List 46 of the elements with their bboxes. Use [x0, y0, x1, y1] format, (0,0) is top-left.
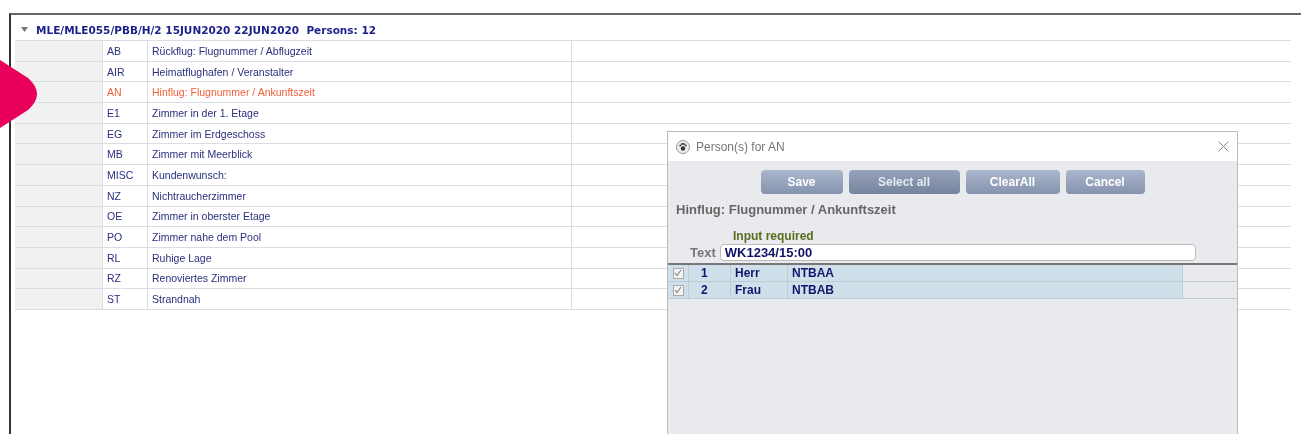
description-cell: Zimmer nahe dem Pool — [148, 227, 572, 247]
collapse-caret-icon[interactable] — [21, 27, 28, 32]
description-cell: Zimmer in oberster Etage — [148, 206, 572, 227]
description-cell: Renoviertes Zimmer — [148, 268, 572, 289]
description-cell: Nichtraucherzimmer — [148, 185, 572, 206]
checkbox[interactable] — [672, 284, 684, 296]
description-cell: Zimmer im Erdgeschoss — [148, 123, 572, 144]
code-cell: AIR — [103, 61, 148, 82]
number-cell: 1 — [688, 265, 730, 281]
code-cell: E1 — [103, 103, 148, 123]
dialog-button[interactable]: Cancel — [1065, 170, 1145, 194]
code-cell: OE — [103, 206, 148, 227]
description-cell: Rückflug: Flugnummer / Abflugzeit — [148, 41, 572, 61]
description-cell: Ruhige Lage — [148, 247, 572, 268]
field-label: Text — [690, 245, 716, 260]
code-cell: ST — [103, 289, 148, 309]
code-cell: AN — [103, 82, 148, 103]
input-hint: Input required — [733, 229, 815, 243]
text-field[interactable]: WK1234/15:00 — [719, 244, 1196, 261]
close-icon[interactable] — [1218, 141, 1229, 152]
checkbox[interactable] — [672, 267, 684, 279]
dialog-button[interactable]: ClearAll — [965, 170, 1060, 194]
code-cell: PO — [103, 227, 148, 247]
title-cell: Frau — [730, 282, 787, 298]
dialog-button[interactable]: Save — [760, 170, 843, 194]
name-cell: NTBAB — [787, 282, 1182, 298]
description-cell: Zimmer mit Meerblick — [148, 144, 572, 165]
code-cell: RL — [103, 247, 148, 268]
code-cell: RZ — [103, 268, 148, 289]
code-cell: MISC — [103, 165, 148, 185]
paw-icon — [676, 139, 690, 154]
code-cell: MB — [103, 144, 148, 165]
description-cell: Kundenwunsch: — [148, 165, 572, 185]
description-cell: Zimmer in der 1. Etage — [148, 103, 572, 123]
description-cell: Strandnah — [148, 289, 572, 309]
description-cell: Hinflug: Flugnummer / Ankunftszeit — [148, 82, 572, 103]
dialog-title: Person(s) for AN — [696, 139, 786, 154]
code-cell: NZ — [103, 185, 148, 206]
description-cell: Heimatflughafen / Veranstalter — [148, 61, 572, 82]
number-cell: 2 — [688, 282, 730, 298]
name-cell: NTBAA — [787, 265, 1182, 281]
title-cell: Herr — [730, 265, 787, 281]
code-cell: AB — [103, 41, 148, 61]
code-cell: EG — [103, 123, 148, 144]
group-title: MLE/MLE055/PBB/H/2 15JUN2020 22JUN2020 Persons: 12 — [36, 23, 377, 36]
dialog-heading: Hinflug: Flugnummer / Ankunftszeit — [676, 202, 897, 217]
